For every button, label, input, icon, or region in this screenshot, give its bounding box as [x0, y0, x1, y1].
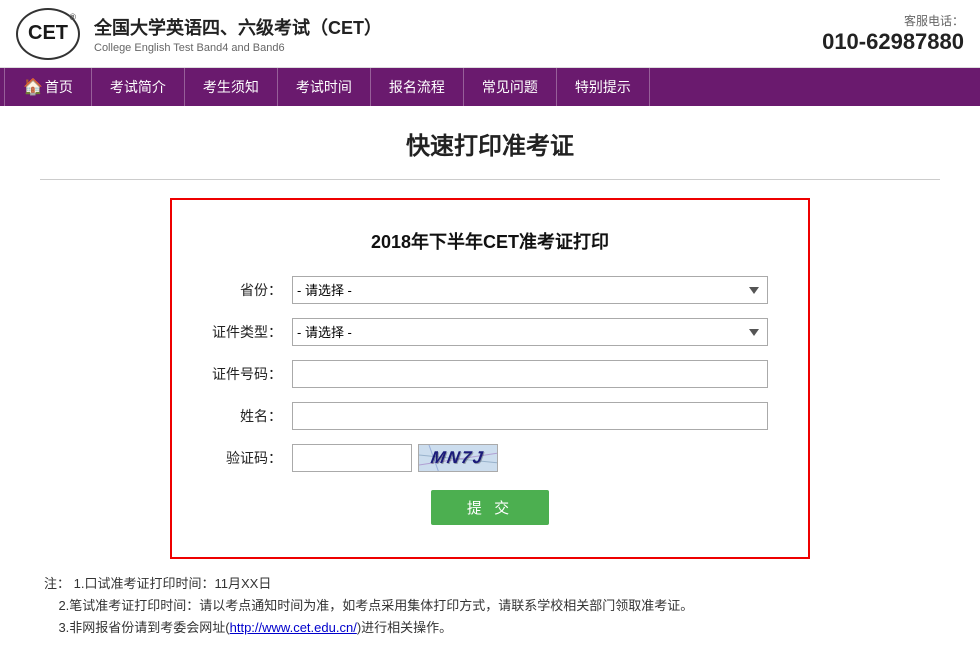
note-3: 3.非网报省份请到考委会网址(http://www.cet.edu.cn/)进行… — [58, 620, 452, 635]
cet-logo: CET ® — [16, 8, 80, 60]
nav-faq[interactable]: 常见问题 — [464, 68, 557, 106]
divider — [40, 179, 940, 180]
notes-section: 注： 1.口试准考证打印时间：11月XX日 2.笔试准考证打印时间：请以考点通知… — [40, 573, 940, 639]
home-icon: 🏠 — [23, 77, 43, 97]
captcha-image[interactable]: MN7J — [418, 444, 498, 472]
id-number-label: 证件号码： — [212, 364, 292, 384]
captcha-label: 验证码： — [212, 448, 292, 468]
main-content: 快速打印准考证 2018年下半年CET准考证打印 省份： - 请选择 - 证件类… — [0, 106, 980, 655]
captcha-group: MN7J — [292, 444, 498, 472]
title-chinese: 全国大学英语四、六级考试（CET） — [94, 14, 382, 40]
nav-tips-label: 特别提示 — [575, 77, 631, 97]
nav-home[interactable]: 🏠 首页 — [4, 68, 92, 106]
header: CET ® 全国大学英语四、六级考试（CET） College English … — [0, 0, 980, 68]
id-type-select[interactable]: - 请选择 - — [292, 318, 768, 346]
id-type-row: 证件类型： - 请选择 - — [212, 318, 768, 346]
id-number-input[interactable] — [292, 360, 768, 388]
form-box: 2018年下半年CET准考证打印 省份： - 请选择 - 证件类型： - 请选择… — [170, 198, 810, 559]
title-english: College English Test Band4 and Band6 — [94, 42, 382, 54]
name-label: 姓名： — [212, 406, 292, 426]
captcha-input[interactable] — [292, 444, 412, 472]
province-row: 省份： - 请选择 - — [212, 276, 768, 304]
nav-notice[interactable]: 考生须知 — [185, 68, 278, 106]
name-row: 姓名： — [212, 402, 768, 430]
nav-home-label: 首页 — [45, 77, 73, 97]
nav-register-label: 报名流程 — [389, 77, 445, 97]
navigation: 🏠 首页 考试简介 考生须知 考试时间 报名流程 常见问题 特别提示 — [0, 68, 980, 106]
note-2: 2.笔试准考证打印时间：请以考点通知时间为准，如考点采用集体打印方式，请联系学校… — [58, 598, 693, 613]
logo-text: CET — [28, 22, 68, 45]
form-title: 2018年下半年CET准考证打印 — [212, 228, 768, 254]
nav-time[interactable]: 考试时间 — [278, 68, 371, 106]
submit-button[interactable]: 提 交 — [431, 490, 549, 525]
cet-website-link[interactable]: http://www.cet.edu.cn/ — [230, 620, 357, 635]
page-title: 快速打印准考证 — [40, 126, 940, 161]
province-label: 省份： — [212, 280, 292, 300]
service-label: 客服电话： — [822, 12, 964, 29]
nav-notice-label: 考生须知 — [203, 77, 259, 97]
nav-time-label: 考试时间 — [296, 77, 352, 97]
captcha-display-text: MN7J — [430, 448, 487, 468]
logo-registered: ® — [69, 12, 76, 22]
nav-intro[interactable]: 考试简介 — [92, 68, 185, 106]
captcha-row: 验证码： MN7J — [212, 444, 768, 472]
id-number-row: 证件号码： — [212, 360, 768, 388]
nav-tips[interactable]: 特别提示 — [557, 68, 650, 106]
id-type-label: 证件类型： — [212, 322, 292, 342]
note-1: 1.口试准考证打印时间：11月XX日 — [74, 576, 272, 591]
submit-row: 提 交 — [212, 490, 768, 525]
nav-register[interactable]: 报名流程 — [371, 68, 464, 106]
header-title: 全国大学英语四、六级考试（CET） College English Test B… — [94, 14, 382, 54]
notes-intro: 注： — [44, 576, 70, 591]
province-select[interactable]: - 请选择 - — [292, 276, 768, 304]
service-phone: 010-62987880 — [822, 29, 964, 55]
name-input[interactable] — [292, 402, 768, 430]
header-left: CET ® 全国大学英语四、六级考试（CET） College English … — [16, 8, 382, 60]
nav-faq-label: 常见问题 — [482, 77, 538, 97]
header-contact: 客服电话： 010-62987880 — [822, 12, 964, 55]
nav-intro-label: 考试简介 — [110, 77, 166, 97]
